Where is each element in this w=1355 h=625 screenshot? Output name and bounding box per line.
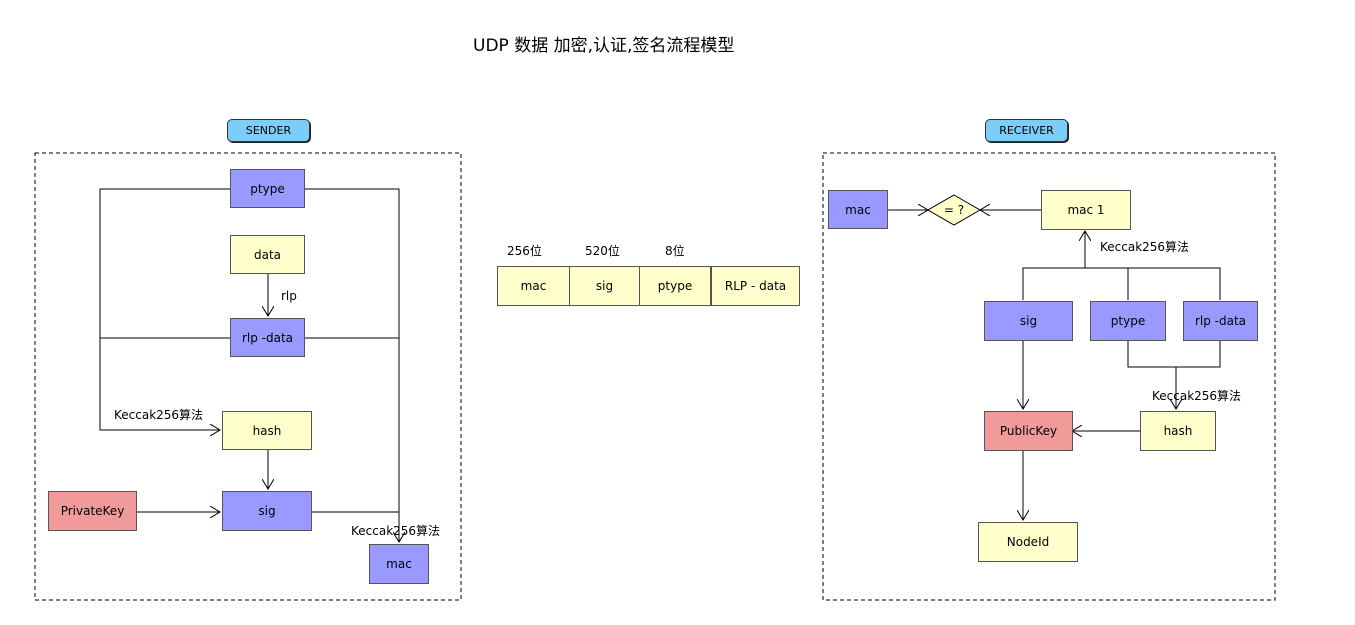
edge-ptype-mac: [305, 188, 399, 542]
receiver-hash-node: hash: [1140, 411, 1216, 451]
receiver-keccak-label-2: Keccak256算法: [1152, 389, 1242, 403]
sender-rlp-data-node: rlp -data: [230, 318, 305, 357]
sender-sig-node: sig: [222, 491, 312, 531]
edge-inputs-mac1: [1022, 267, 1221, 300]
packet-field-ptype: ptype: [639, 266, 711, 306]
receiver-rlp-data-node: rlp -data: [1183, 301, 1258, 341]
receiver-keccak-label: Keccak256算法: [1100, 240, 1190, 254]
receiver-mac-node: mac: [828, 190, 888, 229]
packet-field-sig: sig: [569, 266, 640, 306]
edge-ptype-hash: [99, 188, 230, 430]
sender-label: SENDER: [227, 119, 310, 142]
sender-data-node: data: [230, 235, 305, 274]
sender-keccak-label: Keccak256算法: [114, 408, 204, 422]
sender-ptype-node: ptype: [230, 169, 305, 208]
receiver-mac1-node: mac 1: [1041, 190, 1131, 230]
receiver-ptype-node: ptype: [1090, 301, 1166, 341]
packet-field-rlp-data: RLP - data: [711, 266, 800, 306]
packet-field-mac: mac: [497, 266, 570, 306]
node-id-node: NodeId: [978, 522, 1078, 562]
packet-bits-sig: 520位: [585, 244, 620, 258]
receiver-sig-node: sig: [984, 301, 1073, 341]
rlp-edge-label: rlp: [281, 289, 297, 303]
edge-ptype-rlp-join: [1127, 340, 1221, 368]
sender-mac-node: mac: [369, 544, 429, 584]
packet-bits-ptype: 8位: [665, 244, 685, 258]
compare-label: = ?: [943, 203, 965, 217]
packet-bits-mac: 256位: [507, 244, 542, 258]
sender-keccak-label-2: Keccak256算法: [351, 524, 441, 538]
diagram-title: UDP 数据 加密,认证,签名流程模型: [473, 36, 735, 56]
receiver-label: RECEIVER: [985, 119, 1068, 142]
private-key-node: PrivateKey: [48, 491, 137, 531]
sender-hash-node: hash: [222, 411, 312, 450]
public-key-node: PublicKey: [984, 411, 1073, 451]
